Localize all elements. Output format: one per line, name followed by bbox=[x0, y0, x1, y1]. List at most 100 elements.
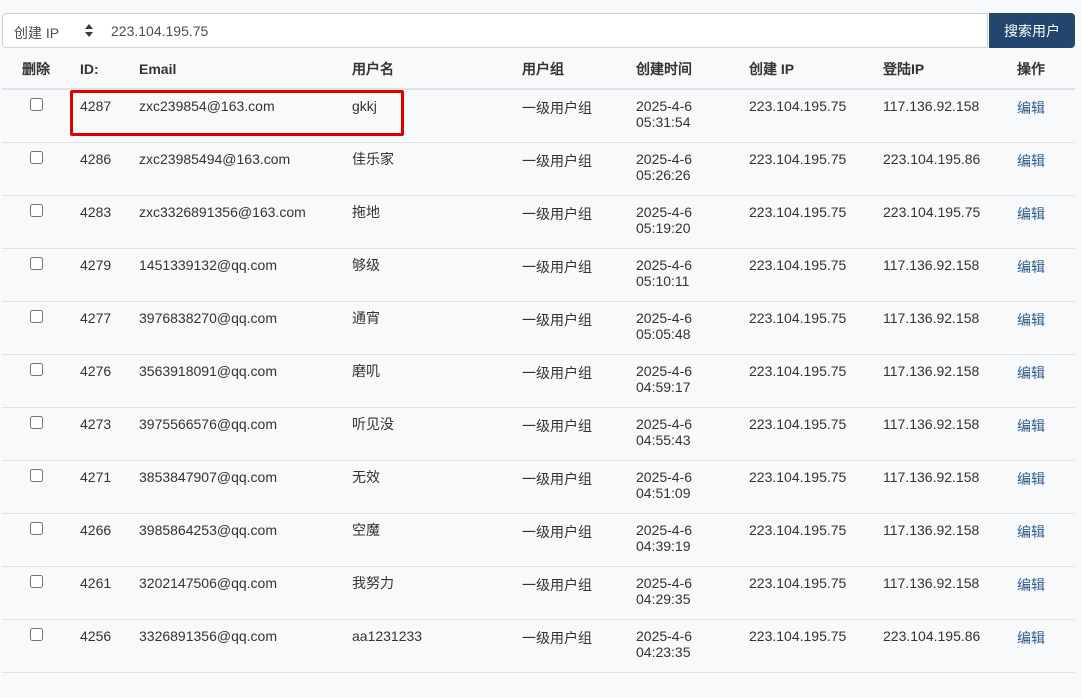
delete-cell bbox=[2, 301, 80, 355]
created-clock: 05:26:26 bbox=[636, 166, 691, 183]
table-row: 4271 3853847907@qq.com 无效 一级用户组 2025-4-6 04:5… bbox=[2, 460, 1075, 514]
row-delete-checkbox[interactable] bbox=[30, 521, 43, 535]
user-create-ip: 223.104.195.75 bbox=[749, 195, 883, 249]
user-email: 3975566576@qq.com bbox=[139, 407, 352, 461]
edit-link[interactable]: 编辑 bbox=[1017, 471, 1045, 487]
user-login-ip: 117.136.92.158 bbox=[883, 89, 1017, 143]
user-id: 4271 bbox=[80, 460, 139, 514]
user-login-ip: 117.136.92.158 bbox=[883, 513, 1017, 567]
search-field-select-value: 创建 IP bbox=[14, 25, 60, 41]
created-clock: 04:51:09 bbox=[636, 484, 691, 501]
user-create-ip: 223.104.195.75 bbox=[749, 460, 883, 514]
edit-link[interactable]: 编辑 bbox=[1017, 312, 1045, 328]
header-email: Email bbox=[139, 50, 352, 90]
table-header-row: 删除 ID: Email 用户名 用户组 创建时间 创建 IP 登陆IP 操作 bbox=[2, 50, 1075, 90]
row-delete-checkbox[interactable] bbox=[30, 362, 43, 376]
user-username: 无效 bbox=[352, 460, 522, 514]
delete-cell bbox=[2, 460, 80, 514]
user-id: 4261 bbox=[80, 566, 139, 620]
row-delete-checkbox[interactable] bbox=[30, 627, 43, 641]
edit-link[interactable]: 编辑 bbox=[1017, 630, 1045, 646]
user-login-ip: 117.136.92.158 bbox=[883, 566, 1017, 620]
user-id: 4286 bbox=[80, 142, 139, 196]
table-row: 4279 1451339132@qq.com 够级 一级用户组 2025-4-6 05:1… bbox=[2, 248, 1075, 302]
row-delete-checkbox[interactable] bbox=[30, 98, 43, 111]
table-row: 4266 3985864253@qq.com 空魔 一级用户组 2025-4-6 04:3… bbox=[2, 513, 1075, 567]
user-login-ip: 117.136.92.158 bbox=[883, 248, 1017, 302]
user-table: 删除 ID: Email 用户名 用户组 创建时间 创建 IP 登陆IP 操作 … bbox=[2, 50, 1075, 673]
user-email: 1451339132@qq.com bbox=[139, 248, 352, 302]
header-create-ip: 创建 IP bbox=[749, 50, 883, 90]
table-row: 4277 3976838270@qq.com 通宵 一级用户组 2025-4-6 05:0… bbox=[2, 301, 1075, 355]
created-clock: 04:29:35 bbox=[636, 590, 691, 607]
created-date: 2025-4-6 bbox=[636, 150, 693, 167]
user-created-time: 2025-4-6 05:10:11 bbox=[636, 248, 749, 302]
user-group: 一级用户组 bbox=[522, 301, 636, 355]
created-date: 2025-4-6 bbox=[636, 256, 693, 273]
row-delete-checkbox[interactable] bbox=[30, 574, 43, 588]
user-email: 3326891356@qq.com bbox=[139, 619, 352, 673]
row-delete-checkbox[interactable] bbox=[30, 256, 43, 270]
user-create-ip: 223.104.195.75 bbox=[749, 89, 883, 143]
row-delete-checkbox[interactable] bbox=[30, 468, 43, 482]
user-id: 4279 bbox=[80, 248, 139, 302]
edit-link[interactable]: 编辑 bbox=[1017, 153, 1045, 169]
edit-link[interactable]: 编辑 bbox=[1017, 365, 1045, 381]
header-login-ip: 登陆IP bbox=[883, 50, 1017, 90]
user-email: 3853847907@qq.com bbox=[139, 460, 352, 514]
user-username: gkkj bbox=[352, 89, 522, 143]
row-delete-checkbox[interactable] bbox=[30, 415, 43, 429]
search-field-select[interactable]: 创建 IP bbox=[2, 13, 102, 48]
user-create-ip: 223.104.195.75 bbox=[749, 619, 883, 673]
row-delete-checkbox[interactable] bbox=[30, 309, 43, 323]
user-create-ip: 223.104.195.75 bbox=[749, 407, 883, 461]
user-id: 4266 bbox=[80, 513, 139, 567]
edit-link[interactable]: 编辑 bbox=[1017, 259, 1045, 275]
created-date: 2025-4-6 bbox=[636, 203, 693, 220]
created-date: 2025-4-6 bbox=[636, 574, 693, 591]
user-created-time: 2025-4-6 05:19:20 bbox=[636, 195, 749, 249]
user-id: 4273 bbox=[80, 407, 139, 461]
header-id: ID: bbox=[80, 50, 139, 90]
row-delete-checkbox[interactable] bbox=[30, 150, 43, 164]
created-date: 2025-4-6 bbox=[636, 627, 693, 644]
header-group: 用户组 bbox=[522, 50, 636, 90]
edit-link[interactable]: 编辑 bbox=[1017, 577, 1045, 593]
delete-cell bbox=[2, 89, 80, 143]
user-group: 一级用户组 bbox=[522, 407, 636, 461]
table-body: 4287 zxc239854@163.com gkkj 一级用户组 2025-4-6 05… bbox=[2, 89, 1075, 673]
delete-cell bbox=[2, 566, 80, 620]
created-date: 2025-4-6 bbox=[636, 521, 693, 538]
row-delete-checkbox[interactable] bbox=[30, 203, 43, 217]
created-clock: 05:19:20 bbox=[636, 219, 691, 236]
edit-link[interactable]: 编辑 bbox=[1017, 100, 1045, 116]
created-clock: 05:10:11 bbox=[636, 272, 690, 289]
created-clock: 04:23:35 bbox=[636, 643, 691, 660]
user-create-ip: 223.104.195.75 bbox=[749, 248, 883, 302]
table-row: 4287 zxc239854@163.com gkkj 一级用户组 2025-4-6 05… bbox=[2, 89, 1075, 143]
user-group: 一级用户组 bbox=[522, 354, 636, 408]
user-group: 一级用户组 bbox=[522, 513, 636, 567]
header-created-time: 创建时间 bbox=[636, 50, 749, 90]
user-email: 3976838270@qq.com bbox=[139, 301, 352, 355]
table-row: 4283 zxc3326891356@163.com 拖地 一级用户组 2025-4-6… bbox=[2, 195, 1075, 249]
user-created-time: 2025-4-6 04:39:19 bbox=[636, 513, 749, 567]
user-username: 我努力 bbox=[352, 566, 522, 620]
user-login-ip: 223.104.195.86 bbox=[883, 142, 1017, 196]
user-username: 拖地 bbox=[352, 195, 522, 249]
user-id: 4283 bbox=[80, 195, 139, 249]
user-create-ip: 223.104.195.75 bbox=[749, 354, 883, 408]
search-input[interactable] bbox=[101, 13, 988, 48]
user-login-ip: 117.136.92.158 bbox=[883, 301, 1017, 355]
edit-link[interactable]: 编辑 bbox=[1017, 524, 1045, 540]
user-created-time: 2025-4-6 04:55:43 bbox=[636, 407, 749, 461]
user-username: aa1231233 bbox=[352, 619, 522, 673]
edit-link[interactable]: 编辑 bbox=[1017, 206, 1045, 222]
edit-link[interactable]: 编辑 bbox=[1017, 418, 1045, 434]
user-group: 一级用户组 bbox=[522, 195, 636, 249]
created-date: 2025-4-6 bbox=[636, 468, 693, 485]
delete-cell bbox=[2, 619, 80, 673]
created-date: 2025-4-6 bbox=[636, 362, 693, 379]
search-users-button[interactable]: 搜索用户 bbox=[989, 13, 1075, 48]
user-username: 磨叽 bbox=[352, 354, 522, 408]
